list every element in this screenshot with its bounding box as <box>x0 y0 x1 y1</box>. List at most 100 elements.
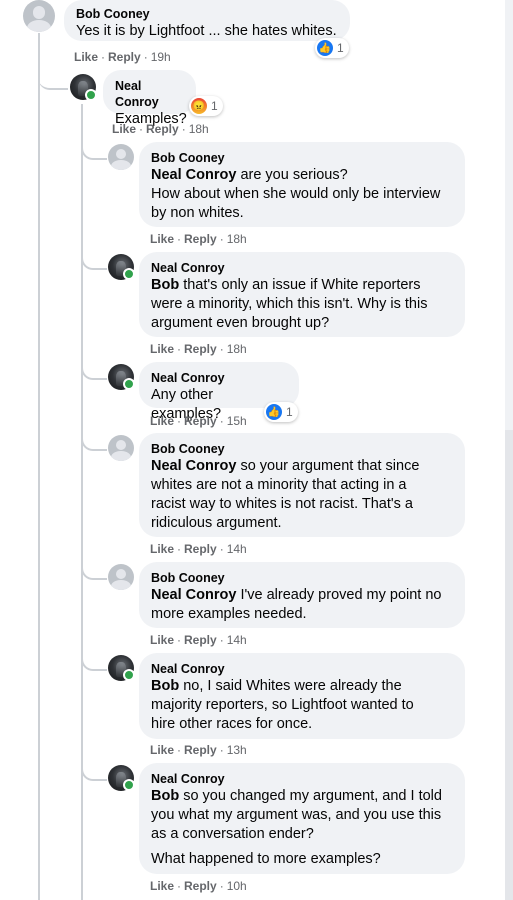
avatar[interactable] <box>23 0 55 32</box>
thread-connector <box>81 649 107 671</box>
reply-button[interactable]: Reply <box>184 633 217 647</box>
comment-text: as a conversation ender? <box>151 826 314 842</box>
comment-actions: Like · Reply · 18h <box>150 232 247 246</box>
comment-actions: Like · Reply · 10h <box>150 879 247 893</box>
like-button[interactable]: Like <box>150 232 174 246</box>
comment-author[interactable]: Bob Cooney <box>151 441 453 457</box>
avatar[interactable] <box>108 435 134 461</box>
comment-timestamp[interactable]: 19h <box>151 50 171 64</box>
comment-actions: Like · Reply · 14h <box>150 633 247 647</box>
comment-actions: Like · Reply · 15h <box>150 414 247 428</box>
comment-timestamp[interactable]: 18h <box>227 232 247 246</box>
comment-text: hire other races for once. <box>151 716 313 732</box>
thread-connector <box>81 248 107 270</box>
comment-text: Neal Conroy so your argument that since <box>151 458 420 474</box>
reply-button[interactable]: Reply <box>184 879 217 893</box>
comment-bubble: Bob Cooney Yes it is by Lightfoot ... sh… <box>64 0 350 41</box>
like-button[interactable]: Like <box>150 879 174 893</box>
comment-actions: Like · Reply · 14h <box>150 542 247 556</box>
mention-link[interactable]: Bob <box>151 678 179 694</box>
comment-text: argument even brought up? <box>151 315 330 331</box>
comment-bubble: Bob Cooney Neal Conroy so your argument … <box>139 433 465 537</box>
comment-author[interactable]: Bob Cooney <box>76 6 338 22</box>
online-status-dot <box>123 268 135 280</box>
mention-link[interactable]: Neal Conroy <box>151 458 236 474</box>
comment-author[interactable]: Neal Conroy <box>115 78 184 110</box>
reaction-count: 1 <box>337 41 344 55</box>
comment-timestamp[interactable]: 14h <box>227 542 247 556</box>
online-status-dot <box>123 779 135 791</box>
comment-timestamp[interactable]: 13h <box>227 743 247 757</box>
comment-timestamp[interactable]: 10h <box>227 879 247 893</box>
comment-text: Bob that's only an issue if White report… <box>151 277 421 293</box>
reaction-summary[interactable]: 😠 1 <box>189 96 223 116</box>
comment-text: majority reporters, so Lightfoot wanted … <box>151 697 414 713</box>
comment-text: ridiculous argument. <box>151 515 282 531</box>
comment-author[interactable]: Bob Cooney <box>151 150 453 166</box>
like-button[interactable]: Like <box>112 122 136 136</box>
reply-button[interactable]: Reply <box>184 232 217 246</box>
comment-actions: Like · Reply · 13h <box>150 743 247 757</box>
comment-bubble: Bob Cooney Neal Conroy are you serious? … <box>139 142 465 227</box>
comment-timestamp[interactable]: 14h <box>227 633 247 647</box>
like-reaction-icon: 👍 <box>266 404 282 420</box>
comment-text: more examples needed. <box>151 606 307 622</box>
comment-text: were a minority, which this isn't. Why i… <box>151 296 428 312</box>
reply-button[interactable]: Reply <box>184 743 217 757</box>
mention-link[interactable]: Neal Conroy <box>151 587 236 603</box>
reply-button[interactable]: Reply <box>184 342 217 356</box>
comment-text: Yes it is by Lightfoot ... she hates whi… <box>76 23 337 39</box>
comment-bubble: Bob Cooney Neal Conroy I've already prov… <box>139 562 465 628</box>
comment-actions: Like · Reply · 18h <box>112 122 209 136</box>
mention-link[interactable]: Neal Conroy <box>151 167 236 183</box>
thread-connector <box>81 430 107 451</box>
like-button[interactable]: Like <box>150 342 174 356</box>
reply-button[interactable]: Reply <box>146 122 179 136</box>
thread-connector <box>81 140 107 160</box>
comment-bubble: Neal Conroy Examples? <box>103 70 196 127</box>
thread-connector <box>81 558 107 580</box>
comment-text: by non whites. <box>151 205 244 221</box>
like-button[interactable]: Like <box>150 414 174 428</box>
comment-author[interactable]: Bob Cooney <box>151 570 453 586</box>
reaction-count: 1 <box>211 99 218 113</box>
comment-text: whites are not a minority that acting in… <box>151 477 407 493</box>
like-button[interactable]: Like <box>150 743 174 757</box>
reply-button[interactable]: Reply <box>108 50 141 64</box>
avatar[interactable] <box>108 564 134 590</box>
like-button[interactable]: Like <box>150 542 174 556</box>
comment-bubble: Neal Conroy Bob so you changed my argume… <box>139 763 465 874</box>
mention-link[interactable]: Bob <box>151 788 179 804</box>
reaction-summary[interactable]: 👍 1 <box>264 402 298 422</box>
like-button[interactable]: Like <box>150 633 174 647</box>
comment-text: you what my argument was, and you use th… <box>151 807 442 823</box>
comment-author[interactable]: Neal Conroy <box>151 370 287 386</box>
avatar[interactable] <box>108 144 134 170</box>
comment-author[interactable]: Neal Conroy <box>151 260 453 276</box>
thread-line-main <box>38 33 40 900</box>
reply-button[interactable]: Reply <box>184 414 217 428</box>
comment-text: Neal Conroy I've already proved my point… <box>151 587 442 603</box>
reply-button[interactable]: Reply <box>184 542 217 556</box>
comment-bubble: Neal Conroy Bob no, I said Whites were a… <box>139 653 465 739</box>
reaction-summary[interactable]: 👍 1 <box>315 38 349 58</box>
comment-timestamp[interactable]: 18h <box>189 122 209 136</box>
online-status-dot <box>123 669 135 681</box>
like-reaction-icon: 👍 <box>317 40 333 56</box>
comment-author[interactable]: Neal Conroy <box>151 771 453 787</box>
reaction-count: 1 <box>286 405 293 419</box>
comment-text: How about when she would only be intervi… <box>151 186 441 202</box>
page-shade <box>505 430 513 900</box>
online-status-dot <box>85 89 97 101</box>
comment-author[interactable]: Neal Conroy <box>151 661 453 677</box>
online-status-dot <box>123 378 135 390</box>
thread-connector <box>38 60 68 90</box>
page-background-right <box>505 0 513 900</box>
like-button[interactable]: Like <box>74 50 98 64</box>
comment-text: Bob no, I said Whites were already the <box>151 678 402 694</box>
mention-link[interactable]: Bob <box>151 277 179 293</box>
comment-timestamp[interactable]: 15h <box>227 414 247 428</box>
thread-connector <box>81 759 107 781</box>
thread-line-nested <box>81 104 83 900</box>
comment-timestamp[interactable]: 18h <box>227 342 247 356</box>
